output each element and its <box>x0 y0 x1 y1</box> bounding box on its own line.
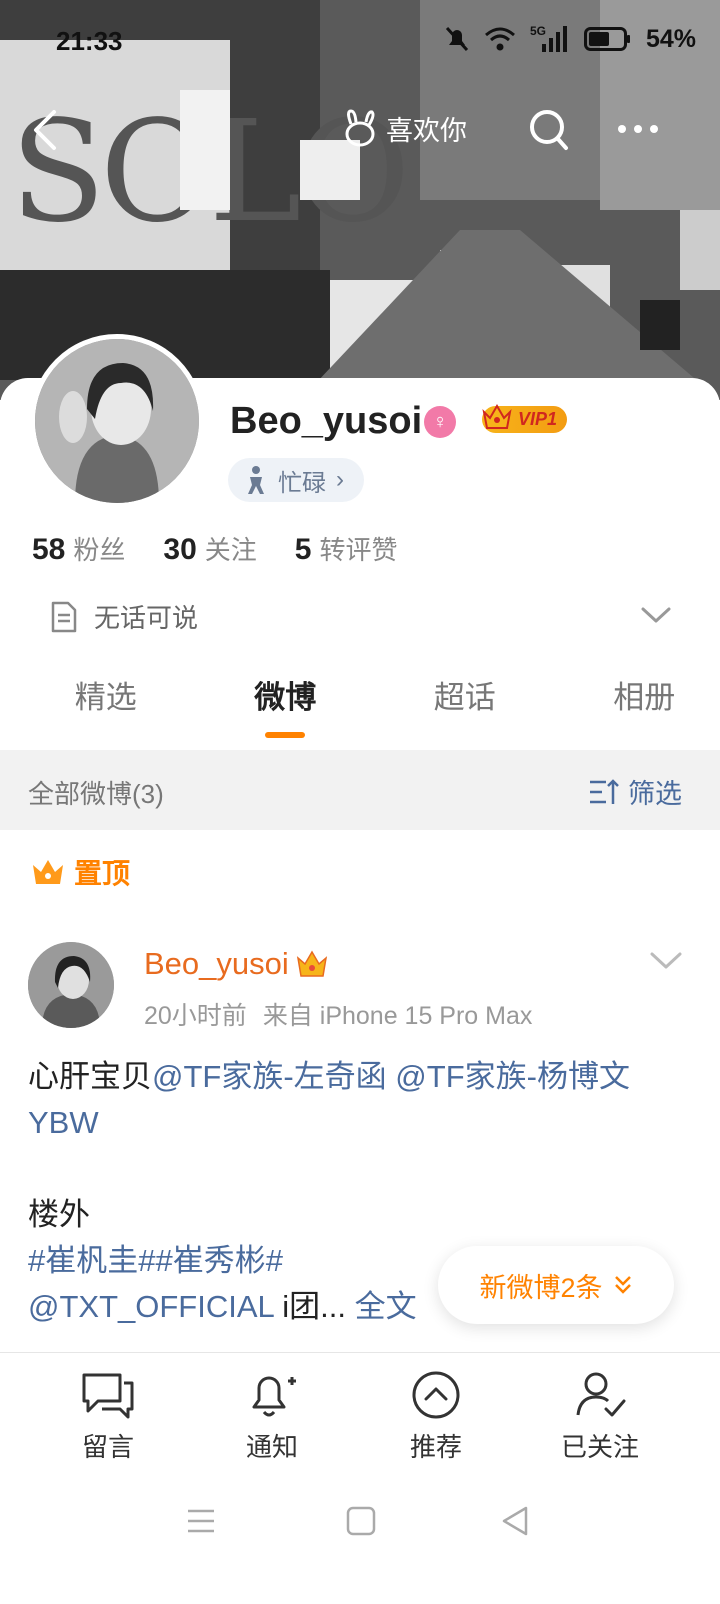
profile-username: Beo_yusoi <box>230 400 423 442</box>
status-bar: 21:33 5G 54% <box>0 0 720 80</box>
active-tab-indicator <box>265 732 306 738</box>
top-nav: 喜欢你 <box>0 100 720 160</box>
post-text: 心肝宝贝 <box>28 1059 152 1094</box>
post-time: 20小时前 <box>144 1002 247 1030</box>
stat-label: 粉丝 <box>73 535 126 565</box>
avatar-image <box>35 339 199 503</box>
member-crown-icon <box>296 950 327 977</box>
profile-avatar[interactable] <box>30 334 204 508</box>
notify-button[interactable]: 通知 <box>190 1353 354 1472</box>
avatar-person <box>35 339 199 503</box>
bottom-item-label: 已关注 <box>560 1432 639 1462</box>
status-icons: 5G 54% <box>444 24 696 54</box>
stat-value: 5 <box>294 533 312 566</box>
stat-label: 转评赞 <box>319 535 398 565</box>
mention-link[interactable]: @TF家族-左奇函 <box>152 1059 387 1094</box>
post-author[interactable]: Beo_yusoi <box>144 946 329 982</box>
back-triangle-icon[interactable] <box>500 1506 530 1536</box>
followed-button[interactable]: 已关注 <box>518 1353 682 1472</box>
rabbit-icon <box>345 109 375 147</box>
female-gender-icon: ♀ <box>424 406 456 438</box>
like-you-label: 喜欢你 <box>386 115 467 146</box>
stat-following[interactable]: 30 关注 <box>163 530 256 567</box>
post-menu-chevron-icon[interactable] <box>648 948 684 972</box>
filter-button[interactable]: 筛选 <box>588 772 682 811</box>
status-time: 21:33 <box>56 26 123 56</box>
bottom-action-bar: 留言 通知 推荐 已关注 <box>0 1352 720 1472</box>
post-count-label: 全部微博(3) <box>28 779 164 809</box>
tab-featured[interactable]: 精选 <box>30 672 182 748</box>
battery-percent: 54% <box>645 24 696 53</box>
pinned-crown-icon <box>33 860 63 884</box>
vip-badge[interactable]: VIP1 <box>482 402 568 436</box>
stat-value: 30 <box>163 533 197 566</box>
bottom-item-label: 留言 <box>81 1432 134 1462</box>
bell-icon <box>252 1376 296 1417</box>
tab-label: 相册 <box>613 680 676 715</box>
post-source: 来自 iPhone 15 Pro Max <box>262 1002 533 1030</box>
recommend-button[interactable]: 推荐 <box>354 1353 518 1472</box>
search-icon[interactable] <box>528 108 570 152</box>
filter-bar: 全部微博(3) 筛选 <box>0 750 720 830</box>
signal-icon: 5G <box>530 24 567 52</box>
new-posts-label: 新微博2条 <box>479 1272 603 1303</box>
status-chip-label: 忙碌 <box>278 469 326 497</box>
message-button[interactable]: 留言 <box>26 1353 190 1472</box>
tab-label: 超话 <box>433 680 496 715</box>
tab-label: 微博 <box>254 680 317 715</box>
tab-supertopic[interactable]: 超话 <box>389 672 541 748</box>
profile-stats: 58 粉丝 30 关注 5 转评赞 <box>32 530 397 567</box>
vip-label: VIP1 <box>518 408 558 429</box>
network-type-label: 5G <box>530 24 546 38</box>
mention-link[interactable]: @TXT_OFFICIAL <box>28 1289 274 1324</box>
filter-sort-icon <box>590 778 619 804</box>
new-posts-button[interactable]: 新微博2条 <box>438 1246 674 1324</box>
stat-fans[interactable]: 58 粉丝 <box>32 530 125 567</box>
tab-label: 精选 <box>74 680 137 715</box>
recommend-icon <box>412 1371 460 1419</box>
home-square-icon[interactable] <box>346 1506 376 1536</box>
like-you-button[interactable]: 喜欢你 <box>342 108 467 148</box>
document-icon <box>51 601 77 632</box>
bio-text: 无话可说 <box>94 603 199 633</box>
post-author-avatar[interactable] <box>28 942 114 1028</box>
read-full-link[interactable]: 全文 <box>355 1289 417 1324</box>
stat-label: 关注 <box>204 535 257 565</box>
message-icon <box>82 1373 134 1419</box>
hashtag-link[interactable]: #崔杋圭##崔秀彬# <box>28 1243 283 1278</box>
menu-lines-icon[interactable] <box>186 1506 216 1536</box>
wifi-icon <box>484 27 515 51</box>
chevron-right-icon: › <box>336 466 344 493</box>
double-chevron-down-icon <box>614 1276 631 1294</box>
pinned-label: 置顶 <box>74 858 131 889</box>
user-status-chip[interactable]: 忙碌 › <box>228 458 364 502</box>
battery-icon <box>583 27 630 51</box>
post-author-name: Beo_yusoi <box>144 946 289 981</box>
tab-album[interactable]: 相册 <box>569 672 720 748</box>
followed-icon <box>576 1372 626 1417</box>
filter-label: 筛选 <box>628 779 682 809</box>
crown-icon <box>482 403 512 429</box>
back-icon[interactable] <box>26 108 66 152</box>
tab-weibo[interactable]: 微博 <box>210 672 362 748</box>
chevron-down-icon[interactable] <box>640 604 672 626</box>
profile-bio: 无话可说 <box>50 598 198 635</box>
post-text: 楼外 <box>28 1197 90 1232</box>
stat-reposts-likes[interactable]: 5 转评赞 <box>295 530 398 567</box>
pinned-label-row: 置顶 <box>30 852 130 892</box>
stat-value: 58 <box>32 533 66 566</box>
post-avatar-person <box>28 942 114 1028</box>
busy-status-icon <box>248 466 264 494</box>
profile-tabs: 精选 微博 超话 相册 <box>0 672 720 748</box>
mute-icon <box>445 26 469 52</box>
system-nav-bar <box>0 1480 720 1604</box>
post-text: i团... <box>273 1289 346 1324</box>
bottom-item-label: 通知 <box>245 1432 298 1462</box>
more-icon[interactable] <box>616 114 660 144</box>
bottom-item-label: 推荐 <box>409 1432 462 1462</box>
post-meta: 20小时前 来自 iPhone 15 Pro Max <box>144 996 532 1032</box>
